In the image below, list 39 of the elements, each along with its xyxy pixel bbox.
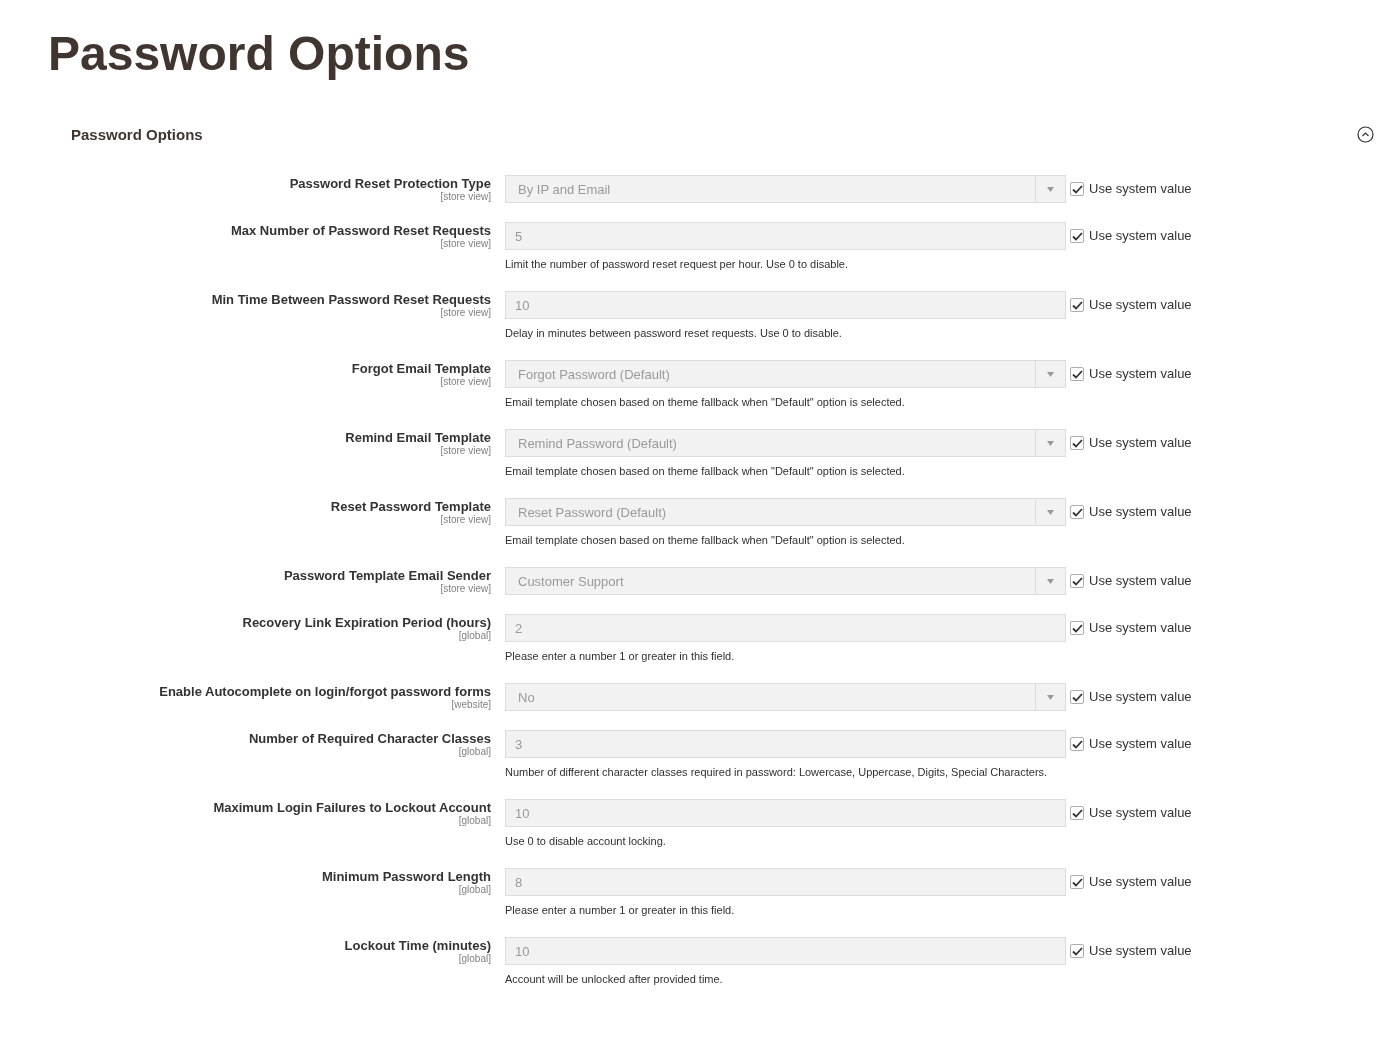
section-title[interactable]: Password Options (71, 126, 203, 143)
field-label: Minimum Password Length (322, 869, 491, 884)
field-label: Min Time Between Password Reset Requests (211, 292, 491, 307)
field-label: Remind Email Template (345, 430, 491, 445)
page-title: Password Options (48, 26, 470, 82)
scope-label: [store view] (440, 191, 491, 203)
scope-label: [store view] (440, 376, 491, 388)
field-note: Use 0 to disable account locking. (505, 834, 666, 849)
field-note: Number of different character classes required in password: Lowercase, Uppercase, Digits, Special Characters. (505, 765, 1048, 780)
scope-label: [global] (458, 746, 491, 758)
field-label: Reset Password Template (330, 499, 491, 514)
scope-label: [store view] (440, 514, 491, 526)
field-note: Email template chosen based on theme fallback when "Default" option is selected. (505, 464, 905, 479)
scope-label: [store view] (440, 445, 491, 457)
field-note: Account will be unlocked after provided time. (505, 972, 723, 987)
scope-label: [website] (451, 699, 491, 711)
field-note: Please enter a number 1 or greater in this field. (505, 903, 735, 918)
field-note: Please enter a number 1 or greater in this field. (505, 649, 735, 664)
field-label: Forgot Email Template (351, 361, 491, 376)
scope-label: [global] (458, 953, 491, 965)
field-label: Enable Autocomplete on login/forgot password forms (159, 684, 491, 699)
field-label: Lockout Time (minutes) (344, 938, 491, 953)
field-note: Email template chosen based on theme fallback when "Default" option is selected. (505, 533, 905, 548)
field-label: Number of Required Character Classes (248, 731, 491, 746)
scope-label: [global] (458, 884, 491, 896)
field-label: Password Reset Protection Type (289, 176, 491, 191)
field-label: Max Number of Password Reset Requests (230, 223, 491, 238)
scope-label: [store view] (440, 583, 491, 595)
field-label: Maximum Login Failures to Lockout Account (213, 800, 491, 815)
scope-label: [global] (458, 815, 491, 827)
field-label: Password Template Email Sender (283, 568, 491, 583)
scope-label: [store view] (440, 307, 491, 319)
field-note: Limit the number of password reset request per hour. Use 0 to disable. (505, 257, 848, 272)
field-note: Email template chosen based on theme fallback when "Default" option is selected. (505, 395, 905, 410)
collapse-icon[interactable] (1357, 126, 1374, 143)
field-label: Recovery Link Expiration Period (hours) (242, 615, 491, 630)
field-note: Delay in minutes between password reset requests. Use 0 to disable. (505, 326, 842, 341)
scope-label: [global] (458, 630, 491, 642)
scope-label: [store view] (440, 238, 491, 250)
